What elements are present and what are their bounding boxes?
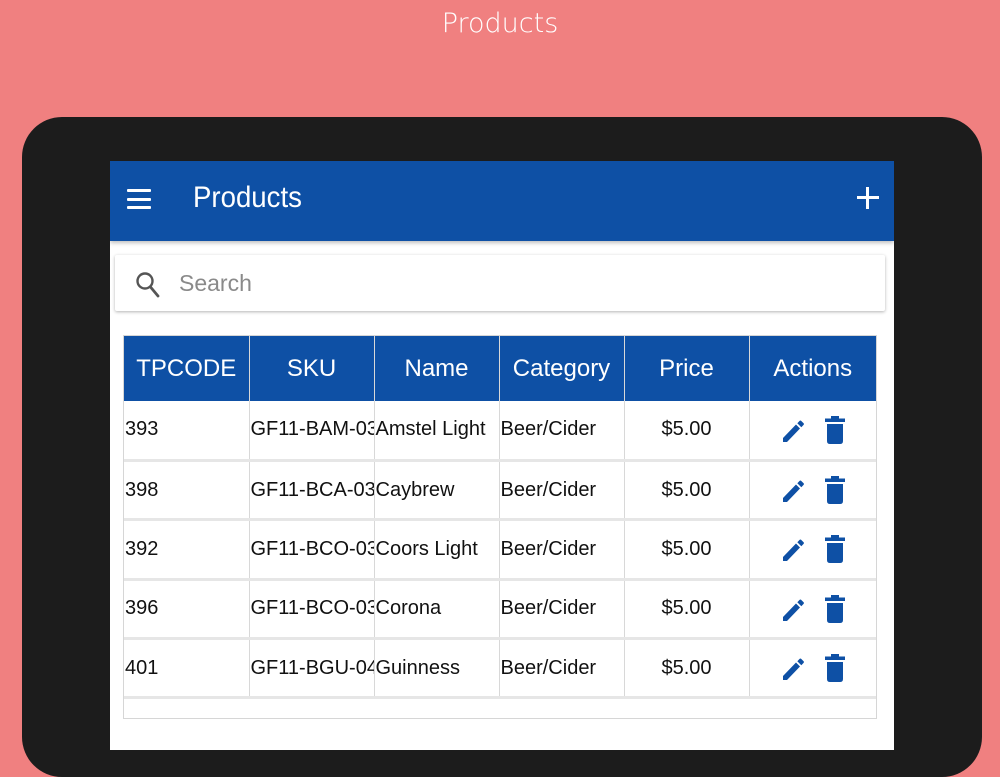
table-header-row: TPCODE SKU Name Category Price Actions [124, 336, 876, 401]
cell-tpcode: 392 [124, 519, 250, 581]
page-title: Products [193, 181, 302, 214]
pencil-edit-icon[interactable] [781, 655, 805, 681]
cell-tpcode: 398 [124, 460, 250, 522]
column-header-name[interactable]: Name [374, 336, 500, 401]
pencil-edit-icon[interactable] [781, 536, 805, 562]
plus-icon[interactable] [856, 186, 880, 210]
trash-delete-icon[interactable] [824, 476, 845, 505]
cell-price: $5.00 [624, 519, 750, 581]
cell-category: Beer/Cider [499, 401, 625, 462]
cell-actions [749, 401, 876, 462]
cell-tpcode: 396 [124, 579, 250, 641]
table-row[interactable]: 398 GF11-BCA-0398 Caybrew Beer/Cider $5.… [124, 460, 876, 522]
table-row[interactable]: 396 GF11-BCO-0396 Corona Beer/Cider $5.0… [124, 579, 876, 641]
trash-delete-icon[interactable] [824, 415, 845, 444]
cell-sku: GF11-BAM-0393 [249, 401, 375, 462]
pencil-edit-icon[interactable] [781, 417, 805, 443]
trash-delete-icon[interactable] [824, 535, 845, 564]
column-header-price[interactable]: Price [624, 336, 750, 401]
cell-actions [749, 638, 876, 700]
promo-caption: Products [441, 8, 559, 39]
hamburger-menu-icon[interactable] [127, 189, 151, 209]
column-header-actions: Actions [749, 336, 876, 401]
cell-sku: GF11-BCO-0396 [249, 579, 375, 641]
search-icon [136, 272, 160, 298]
cell-price: $5.00 [624, 579, 750, 641]
cell-name: Guinness [374, 638, 500, 700]
cell-name: Amstel Light [374, 401, 500, 462]
cell-actions [749, 579, 876, 641]
cell-sku: GF11-BCO-0392 [249, 519, 375, 581]
products-table: TPCODE SKU Name Category Price Actions 3… [123, 335, 877, 719]
cell-name: Caybrew [374, 460, 500, 522]
cell-sku: GF11-BCA-0398 [249, 460, 375, 522]
cell-category: Beer/Cider [499, 638, 625, 700]
cell-tpcode: 393 [124, 401, 250, 462]
app-bar: Products [110, 161, 894, 241]
cell-price: $5.00 [624, 460, 750, 522]
search-bar[interactable] [115, 255, 885, 311]
search-input[interactable] [179, 265, 859, 301]
cell-category: Beer/Cider [499, 519, 625, 581]
cell-actions [749, 519, 876, 581]
trash-delete-icon[interactable] [824, 594, 845, 623]
column-header-category[interactable]: Category [499, 336, 625, 401]
cell-category: Beer/Cider [499, 460, 625, 522]
table-row[interactable]: 392 GF11-BCO-0392 Coors Light Beer/Cider… [124, 519, 876, 581]
cell-sku: GF11-BGU-0401 [249, 638, 375, 700]
cell-price: $5.00 [624, 638, 750, 700]
cell-actions [749, 460, 876, 522]
pencil-edit-icon[interactable] [781, 477, 805, 503]
app-screen: Products TPCODE SKU Name Category Price … [110, 161, 894, 750]
pencil-edit-icon[interactable] [781, 596, 805, 622]
cell-tpcode: 401 [124, 638, 250, 700]
cell-category: Beer/Cider [499, 579, 625, 641]
cell-name: Corona [374, 579, 500, 641]
cell-price: $5.00 [624, 401, 750, 462]
column-header-sku[interactable]: SKU [249, 336, 375, 401]
table-row[interactable]: 401 GF11-BGU-0401 Guinness Beer/Cider $5… [124, 638, 876, 700]
table-row[interactable]: 393 GF11-BAM-0393 Amstel Light Beer/Cide… [124, 401, 876, 462]
column-header-tpcode[interactable]: TPCODE [124, 336, 250, 401]
trash-delete-icon[interactable] [824, 654, 845, 683]
cell-name: Coors Light [374, 519, 500, 581]
